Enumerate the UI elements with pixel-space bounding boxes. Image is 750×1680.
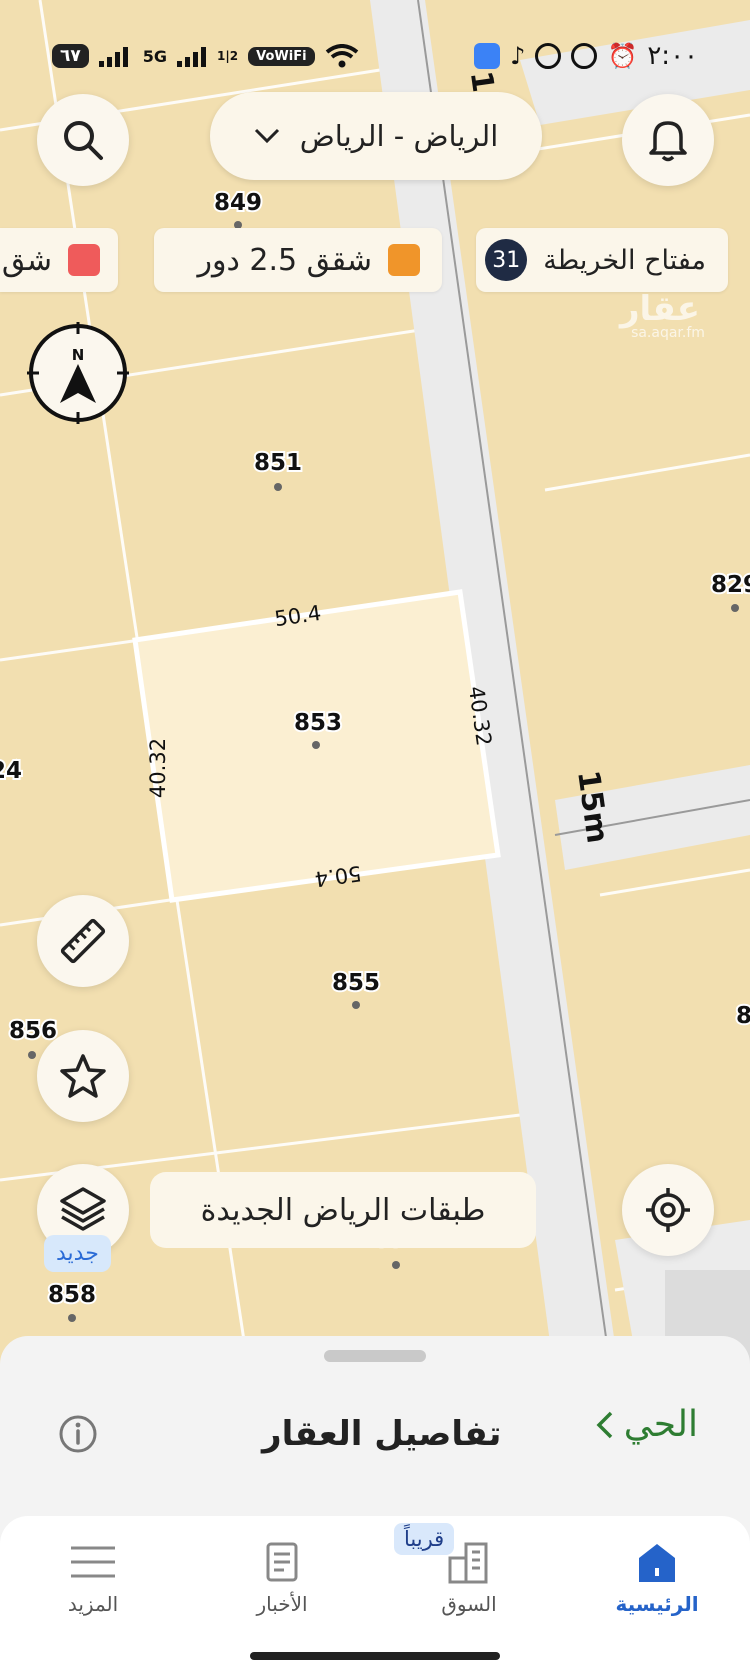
city-selector[interactable]: الرياض - الرياض (210, 92, 542, 180)
filter-chip-partial[interactable]: شق (0, 228, 118, 292)
favorites-button[interactable] (37, 1030, 129, 1122)
app-notification-icon (474, 43, 501, 69)
alarm-icon: ⏰ (607, 42, 638, 70)
watermark-url: sa.aqar.fm (631, 325, 705, 341)
filter-chip-apartments-label: شقق 2.5 دور (197, 242, 372, 278)
sheet-drag-handle[interactable] (324, 1350, 426, 1362)
layers-banner[interactable]: طبقات الرياض الجديدة (150, 1172, 536, 1248)
layers-banner-label: طبقات الرياض الجديدة (200, 1192, 486, 1228)
coming-soon-badge: قريباً (394, 1523, 455, 1555)
star-icon (60, 1054, 106, 1098)
wifi-icon (325, 44, 358, 68)
signal-icon (98, 47, 128, 67)
crosshair-icon (646, 1188, 690, 1232)
new-badge: جديد (44, 1235, 111, 1272)
watermark-logo: عقار (618, 289, 700, 329)
my-location-button[interactable] (622, 1164, 714, 1256)
nav-tab-news-label: الأخبار (256, 1592, 308, 1616)
plot-label-855: 855 (332, 970, 380, 996)
home-indicator (250, 1652, 500, 1660)
plot-label-858: 858 (48, 1282, 96, 1308)
status-bar-right: ♪ ⏰ ٢:٠٠ (474, 38, 698, 74)
plot-label-851: 851 (254, 450, 302, 476)
vowifi-badge: VoWiFi (248, 46, 315, 66)
whatsapp-icon (535, 43, 562, 69)
city-selector-label: الرياض - الرياض (299, 119, 499, 153)
map-key-label: مفتاح الخريطة (543, 244, 706, 276)
plot-label-856: 856 (9, 1018, 57, 1044)
filter-chip-apartments[interactable]: شقق 2.5 دور (154, 228, 442, 292)
search-button[interactable] (37, 94, 129, 186)
filter-chip-partial-label: شق (1, 242, 52, 278)
network-type: 5G (142, 46, 168, 66)
home-icon (639, 1544, 675, 1582)
nav-tab-home[interactable]: الرئيسية (582, 1540, 732, 1616)
map-key-chip[interactable]: مفتاح الخريطة 31 (476, 228, 728, 292)
district-label: الحي (623, 1404, 698, 1445)
status-bar-left: ٦٧ 5G 1|2 VoWiFi (52, 38, 359, 74)
whatsapp-icon-2 (571, 43, 598, 69)
chevron-left-icon (596, 1411, 613, 1438)
map-key-count-badge: 31 (485, 239, 528, 281)
plot-label-824: 24 (0, 758, 22, 784)
plot-label-829: 829 (711, 572, 750, 598)
ruler-icon (60, 918, 106, 964)
clock: ٢:٠٠ (647, 41, 698, 71)
news-icon (266, 1542, 298, 1582)
signal-icon-2 (177, 47, 207, 67)
svg-text:N: N (72, 346, 85, 364)
sheet-title: تفاصيل العقار (262, 1414, 502, 1454)
layers-icon (60, 1187, 106, 1231)
plot-label-853: 853 (294, 710, 342, 736)
nav-tab-more[interactable]: المزيد (18, 1540, 168, 1616)
tiktok-icon: ♪ (510, 42, 526, 70)
nav-tab-home-label: الرئيسية (615, 1592, 699, 1616)
bell-icon (649, 121, 687, 162)
measure-button[interactable] (37, 895, 129, 987)
orange-swatch (388, 244, 420, 276)
info-icon[interactable] (58, 1414, 98, 1454)
nav-tab-market-label: السوق (441, 1592, 497, 1616)
district-link[interactable]: الحي (596, 1404, 698, 1445)
nav-tab-news[interactable]: الأخبار (207, 1540, 357, 1616)
chevron-down-icon (254, 128, 279, 144)
search-icon (64, 121, 103, 160)
plot-label-8: 8 (736, 1003, 750, 1029)
notifications-button[interactable] (622, 94, 714, 186)
plot-label-849: 849 (214, 190, 262, 216)
dimension-left: 40.32 (146, 738, 170, 798)
menu-icon (71, 1546, 115, 1578)
sim-indicator: 1|2 (217, 49, 239, 63)
battery-indicator: ٦٧ (52, 44, 89, 68)
red-swatch (68, 244, 100, 276)
nav-tab-more-label: المزيد (67, 1592, 119, 1616)
